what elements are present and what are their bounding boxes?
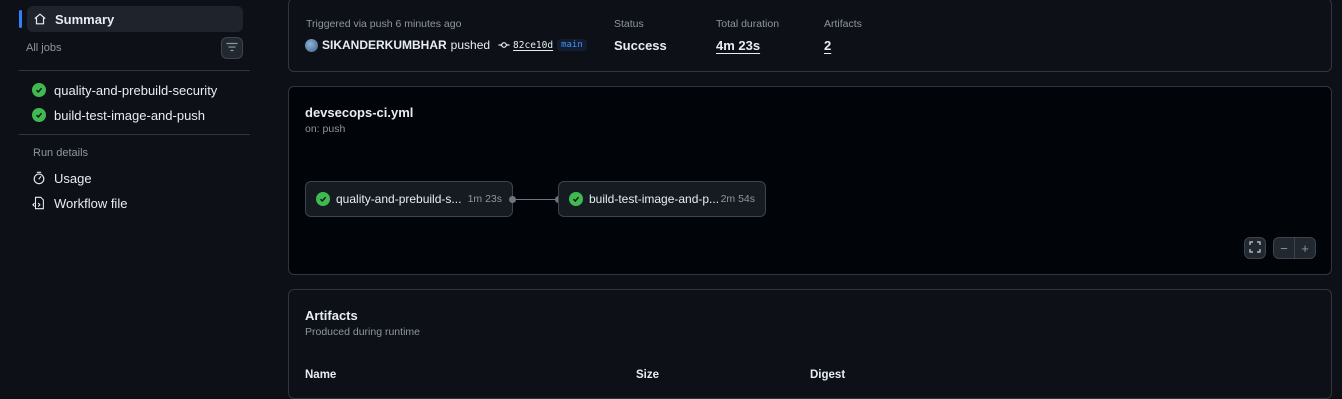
success-check-icon [32, 108, 46, 122]
commit-icon [498, 41, 510, 49]
sidebar-job-item[interactable]: build-test-image-and-push [31, 102, 246, 128]
minus-icon: − [1280, 240, 1288, 256]
run-summary-card: Triggered via push 6 minutes ago SIKANDE… [288, 0, 1332, 72]
run-details-label: Run details [33, 147, 89, 159]
filter-jobs-button[interactable] [221, 37, 243, 59]
trigger-text: Triggered via push 6 minutes ago [306, 18, 462, 30]
artifacts-title: Artifacts [305, 308, 358, 323]
avatar[interactable] [305, 38, 318, 52]
workflow-trigger: on: push [305, 123, 346, 135]
status-label: Status [614, 18, 644, 30]
job-label: build-test-image-and-push [54, 107, 206, 123]
job-node-quality[interactable]: quality-and-prebuild-s... 1m 23s [305, 181, 513, 217]
workflow-file-label: Workflow file [54, 195, 128, 211]
column-header-name: Name [305, 369, 337, 381]
fullscreen-icon [1249, 240, 1261, 256]
usage-label: Usage [54, 170, 92, 186]
artifacts-subtitle: Produced during runtime [305, 326, 420, 338]
action-text: pushed [450, 38, 491, 52]
plus-icon: + [1301, 240, 1309, 256]
file-code-icon [31, 195, 47, 211]
job-node-name: build-test-image-and-p... [589, 192, 720, 206]
workflow-file-nav-item[interactable]: Workflow file [31, 190, 246, 216]
workflow-title[interactable]: devsecops-ci.yml [305, 105, 413, 120]
success-check-icon [316, 192, 330, 206]
job-node-duration: 2m 54s [720, 193, 755, 205]
column-header-digest: Digest [810, 369, 846, 381]
success-check-icon [569, 192, 583, 206]
job-node-duration: 1m 23s [467, 193, 502, 205]
connector-dot [509, 195, 516, 203]
zoom-out-button[interactable]: − [1273, 237, 1295, 259]
duration-label: Total duration [716, 18, 780, 30]
filter-icon [226, 39, 238, 57]
job-connector-line [516, 198, 556, 200]
fullscreen-button[interactable] [1244, 237, 1266, 259]
commit-link[interactable]: 82ce10d [513, 40, 553, 51]
success-check-icon [32, 83, 46, 97]
sidebar: Summary All jobs quality-and-prebuild-se… [0, 0, 262, 382]
zoom-in-button[interactable]: + [1294, 237, 1316, 259]
column-header-size: Size [636, 369, 660, 381]
artifacts-label: Artifacts [824, 18, 862, 30]
all-jobs-label: All jobs [26, 42, 62, 54]
summary-nav-item[interactable]: Summary [27, 6, 243, 32]
sidebar-job-item[interactable]: quality-and-prebuild-security [31, 77, 246, 103]
sidebar-divider [19, 70, 250, 71]
summary-label: Summary [55, 11, 115, 27]
status-value: Success [614, 38, 667, 53]
artifacts-card: Artifacts Produced during runtime [288, 289, 1332, 399]
artifacts-count-link[interactable]: 2 [824, 38, 831, 53]
selected-indicator [19, 10, 22, 28]
branch-badge[interactable]: main [557, 39, 587, 51]
home-icon [32, 11, 48, 27]
stopwatch-icon [31, 170, 47, 186]
job-label: quality-and-prebuild-security [54, 82, 218, 98]
sidebar-divider [19, 134, 250, 135]
job-node-name: quality-and-prebuild-s... [336, 192, 462, 206]
usage-nav-item[interactable]: Usage [31, 165, 246, 191]
push-info: SIKANDERKUMBHAR pushed 82ce10d main [305, 38, 587, 52]
duration-link[interactable]: 4m 23s [716, 38, 760, 53]
workflow-graph-card: devsecops-ci.yml on: push quality-and-pr… [288, 86, 1332, 275]
actor-link[interactable]: SIKANDERKUMBHAR [322, 38, 447, 52]
job-node-build[interactable]: build-test-image-and-p... 2m 54s [558, 181, 766, 217]
